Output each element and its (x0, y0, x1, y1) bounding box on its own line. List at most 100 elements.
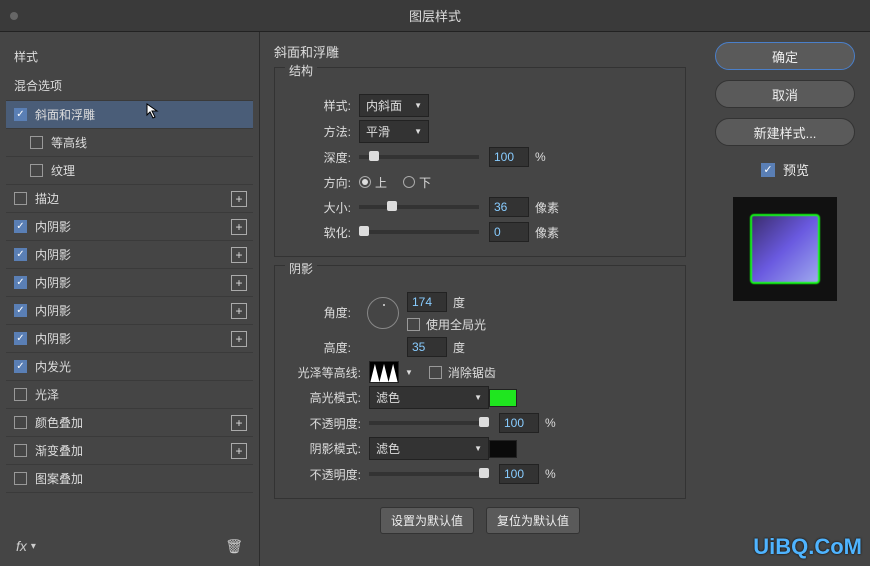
add-effect-icon[interactable]: + (231, 415, 247, 431)
effect-checkbox[interactable] (14, 360, 27, 373)
altitude-label: 高度: (285, 339, 351, 356)
technique-select[interactable]: 平滑▼ (359, 120, 429, 143)
highlight-opacity-unit: % (545, 416, 556, 430)
sidebar-item[interactable]: 内阴影+ (6, 213, 253, 241)
sidebar-item[interactable]: 内阴影 + (6, 241, 253, 269)
size-input[interactable]: 36 (489, 197, 529, 217)
ok-button[interactable]: 确定 (715, 42, 855, 70)
sidebar-item[interactable]: 描边+ (6, 185, 253, 213)
preview-thumbnail (733, 197, 837, 301)
shadow-opacity-input[interactable]: 100 (499, 464, 539, 484)
depth-input[interactable]: 100 (489, 147, 529, 167)
sidebar-item-label: 内阴影 (35, 302, 71, 319)
angle-unit: 度 (453, 294, 465, 311)
style-select[interactable]: 内斜面▼ (359, 94, 429, 117)
reset-default-button[interactable]: 复位为默认值 (486, 507, 580, 534)
direction-label: 方向: (285, 174, 351, 191)
sidebar-item-label: 渐变叠加 (35, 442, 83, 459)
chevron-down-icon[interactable]: ▼ (405, 368, 413, 377)
watermark: UiBQ.CoM (753, 534, 862, 560)
add-effect-icon[interactable]: + (231, 219, 247, 235)
effect-checkbox[interactable] (14, 332, 27, 345)
angle-dial[interactable] (367, 297, 399, 329)
shadow-mode-select[interactable]: 滤色▼ (369, 437, 489, 460)
sidebar-item[interactable]: 纹理 (6, 157, 253, 185)
sidebar-item[interactable]: 图案叠加 (6, 465, 253, 493)
effect-checkbox[interactable] (14, 472, 27, 485)
chevron-down-icon: ▼ (414, 101, 422, 110)
soften-input[interactable]: 0 (489, 222, 529, 242)
shadow-color-swatch[interactable] (489, 440, 517, 458)
soften-slider[interactable] (359, 230, 479, 234)
antialias-checkbox[interactable] (429, 366, 442, 379)
sidebar-item-label: 内阴影 (35, 246, 71, 263)
effect-checkbox[interactable] (14, 220, 27, 233)
soften-unit: 像素 (535, 224, 559, 241)
add-effect-icon[interactable]: + (231, 303, 247, 319)
sidebar-item[interactable]: 等高线 (6, 129, 253, 157)
cancel-button[interactable]: 取消 (715, 80, 855, 108)
styles-sidebar: 样式 混合选项 斜面和浮雕等高线纹理描边+内阴影+内阴影+内阴影+内阴影+内阴影… (0, 32, 260, 566)
fx-menu[interactable]: fx (16, 538, 27, 554)
add-effect-icon[interactable]: + (231, 247, 247, 263)
highlight-mode-select[interactable]: 滤色▼ (369, 386, 489, 409)
highlight-color-swatch[interactable] (489, 389, 517, 407)
effect-checkbox[interactable] (14, 444, 27, 457)
sidebar-item[interactable]: 颜色叠加 + (6, 409, 253, 437)
sidebar-item[interactable]: 光泽 (6, 381, 253, 409)
new-style-button[interactable]: 新建样式... (715, 118, 855, 146)
antialias-label: 消除锯齿 (448, 364, 496, 381)
highlight-opacity-input[interactable]: 100 (499, 413, 539, 433)
dialog-title: 图层样式 (409, 6, 461, 25)
effect-checkbox[interactable] (14, 192, 27, 205)
preview-checkbox-row[interactable]: 预览 (761, 160, 809, 179)
gloss-contour-picker[interactable] (369, 361, 399, 383)
add-effect-icon[interactable]: + (231, 443, 247, 459)
sidebar-item-label: 内发光 (35, 358, 71, 375)
effect-checkbox[interactable] (30, 136, 43, 149)
fx-dropdown-icon[interactable]: ▾ (31, 541, 36, 552)
add-effect-icon[interactable]: + (231, 191, 247, 207)
sidebar-item[interactable]: 斜面和浮雕 (6, 101, 253, 129)
gloss-contour-label: 光泽等高线: (285, 364, 361, 381)
angle-input[interactable]: 174 (407, 292, 447, 312)
size-slider[interactable] (359, 205, 479, 209)
trash-icon[interactable]: 🗑 (225, 538, 243, 555)
direction-down-radio[interactable] (403, 176, 415, 188)
effect-checkbox[interactable] (30, 164, 43, 177)
highlight-mode-label: 高光模式: (285, 389, 361, 406)
effect-checkbox[interactable] (14, 248, 27, 261)
technique-label: 方法: (285, 123, 351, 140)
global-light-checkbox[interactable] (407, 318, 420, 331)
effect-checkbox[interactable] (14, 276, 27, 289)
shadow-opacity-slider[interactable] (369, 472, 489, 476)
altitude-input[interactable]: 35 (407, 337, 447, 357)
shadow-opacity-unit: % (545, 467, 556, 481)
sidebar-item[interactable]: 渐变叠加 + (6, 437, 253, 465)
sidebar-item-label: 等高线 (51, 134, 87, 151)
sidebar-item[interactable]: 内发光 (6, 353, 253, 381)
sidebar-item[interactable]: 内阴影 + (6, 297, 253, 325)
effect-checkbox[interactable] (14, 304, 27, 317)
chevron-down-icon: ▼ (414, 127, 422, 136)
blending-options[interactable]: 混合选项 (6, 71, 253, 101)
direction-up-radio[interactable] (359, 176, 371, 188)
highlight-opacity-label: 不透明度: (285, 415, 361, 432)
sidebar-item-label: 图案叠加 (35, 470, 83, 487)
highlight-opacity-slider[interactable] (369, 421, 489, 425)
preview-checkbox[interactable] (761, 163, 775, 177)
effect-checkbox[interactable] (14, 388, 27, 401)
sidebar-item[interactable]: 内阴影+ (6, 325, 253, 353)
panel-title: 斜面和浮雕 (274, 42, 686, 61)
make-default-button[interactable]: 设置为默认值 (380, 507, 474, 534)
effect-checkbox[interactable] (14, 108, 27, 121)
depth-slider[interactable] (359, 155, 479, 159)
window-dot (10, 12, 18, 20)
style-label: 样式: (285, 97, 351, 114)
add-effect-icon[interactable]: + (231, 331, 247, 347)
soften-label: 软化: (285, 224, 351, 241)
sidebar-item[interactable]: 内阴影+ (6, 269, 253, 297)
sidebar-item-label: 颜色叠加 (35, 414, 83, 431)
add-effect-icon[interactable]: + (231, 275, 247, 291)
effect-checkbox[interactable] (14, 416, 27, 429)
